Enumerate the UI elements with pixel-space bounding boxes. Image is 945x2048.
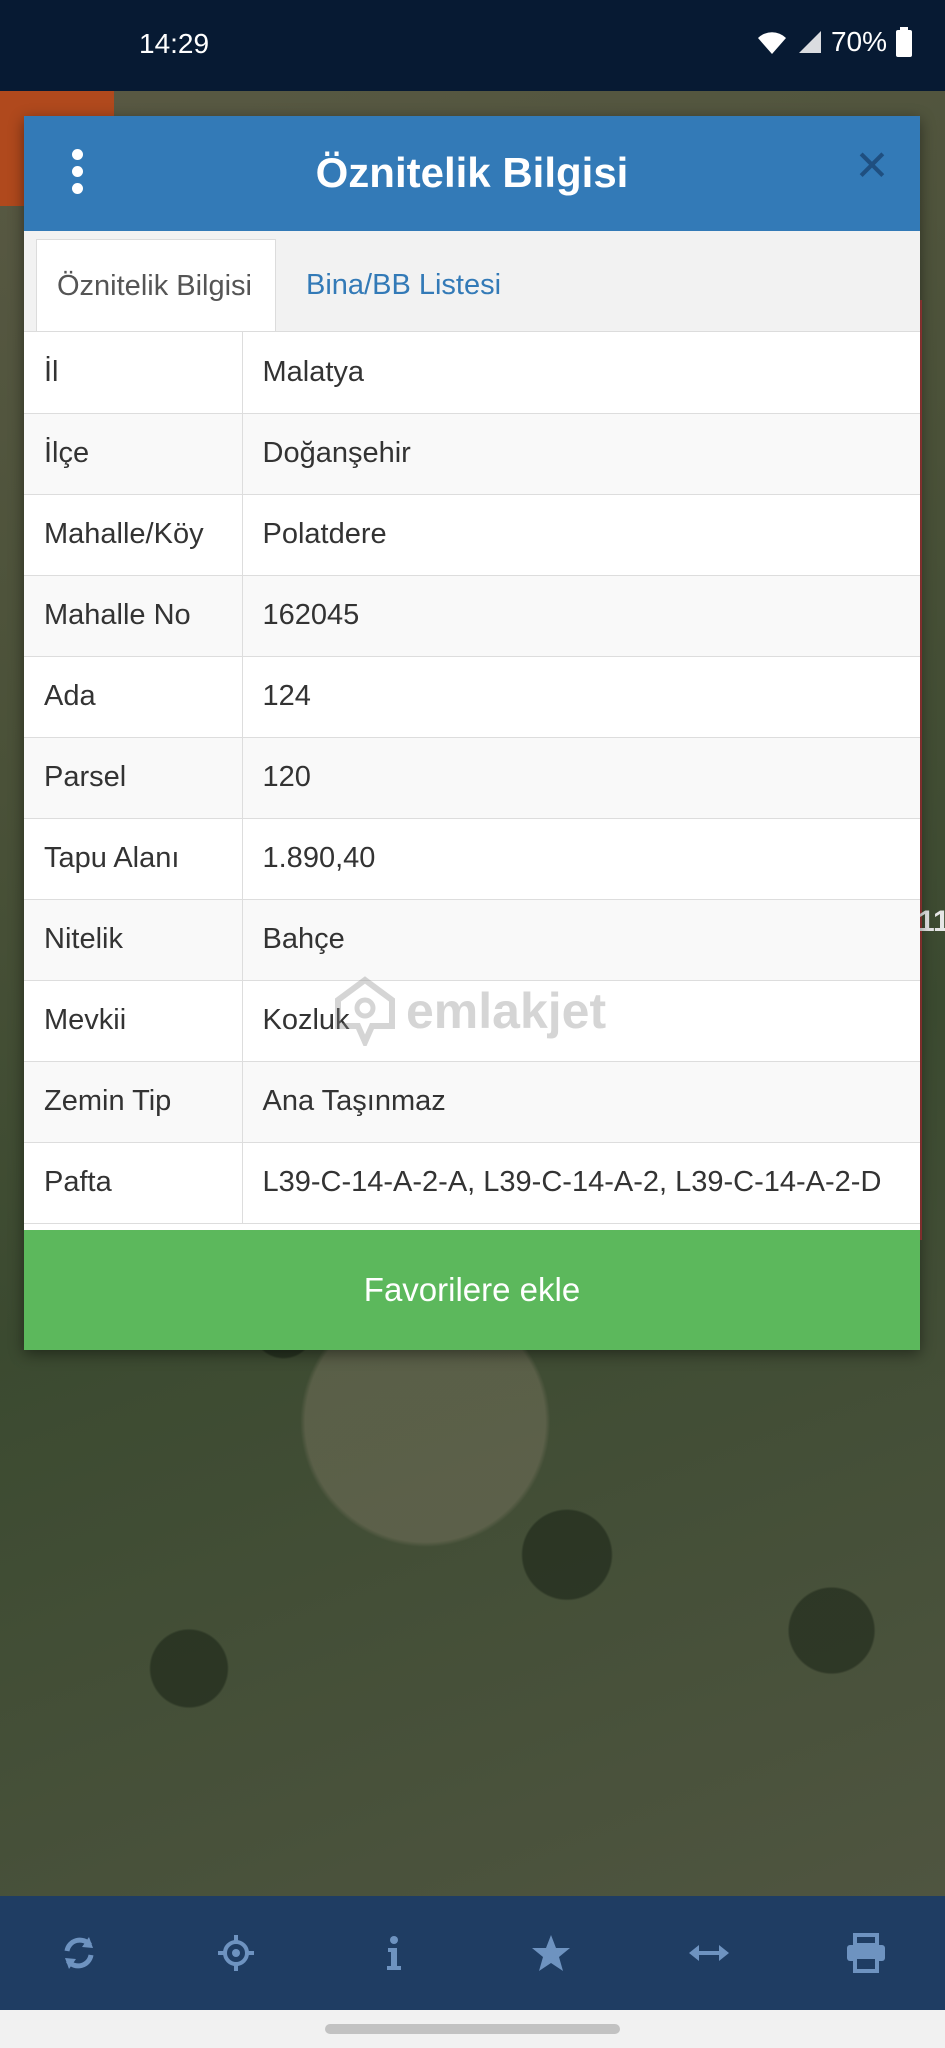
star-icon[interactable] xyxy=(521,1923,581,1983)
watermark-text: emlakjet xyxy=(406,983,607,1039)
battery-icon xyxy=(896,27,912,57)
attribute-key: Parsel xyxy=(24,737,243,819)
print-icon[interactable] xyxy=(836,1923,896,1983)
info-icon[interactable] xyxy=(364,1923,424,1983)
bottom-toolbar xyxy=(0,1896,945,2010)
table-row: Zemin Tip Ana Taşınmaz xyxy=(24,1061,920,1143)
attribute-value: Polatdere xyxy=(242,494,920,576)
attribute-value: Malatya xyxy=(242,332,920,414)
attribute-key: Zemin Tip xyxy=(24,1061,243,1143)
wifi-icon xyxy=(757,32,786,54)
attribute-key: Nitelik xyxy=(24,899,243,981)
dialog-header: Öznitelik Bilgisi ✕ xyxy=(24,116,920,231)
attribute-key: İlçe xyxy=(24,413,243,495)
status-bar: 14:29 70% xyxy=(0,0,945,91)
refresh-icon[interactable] xyxy=(49,1923,109,1983)
home-indicator[interactable] xyxy=(325,2024,620,2034)
attribute-value: 162045 xyxy=(242,575,920,657)
tab-building-list[interactable]: Bina/BB Listesi xyxy=(286,239,521,331)
status-time: 14:29 xyxy=(139,28,210,59)
attribute-value: 120 xyxy=(242,737,920,819)
locate-icon[interactable] xyxy=(206,1923,266,1983)
table-row: Pafta L39-C-14-A-2-A, L39-C-14-A-2, L39-C… xyxy=(24,1142,920,1224)
table-row: Mahalle No 162045 xyxy=(24,575,920,657)
table-row: Nitelik Bahçe xyxy=(24,899,920,981)
map-label: 11 xyxy=(918,905,945,938)
watermark: emlakjet xyxy=(334,976,606,1046)
dialog-title: Öznitelik Bilgisi xyxy=(315,149,629,196)
attribute-value: Doğanşehir xyxy=(242,413,920,495)
close-icon[interactable]: ✕ xyxy=(852,145,892,187)
attribute-dialog: Öznitelik Bilgisi ✕ Öznitelik Bilgisi Bi… xyxy=(24,116,920,1350)
battery-level: 70% xyxy=(830,26,887,57)
signal-icon xyxy=(798,31,821,53)
attribute-value: Ana Taşınmaz xyxy=(242,1061,920,1143)
attribute-value: Bahçe xyxy=(242,899,920,981)
table-row: Mahalle/Köy Polatdere xyxy=(24,494,920,576)
table-row: İl Malatya xyxy=(24,332,920,414)
attribute-key: Pafta xyxy=(24,1142,243,1224)
tab-bar: Öznitelik Bilgisi Bina/BB Listesi xyxy=(24,231,920,332)
attribute-key: İl xyxy=(24,332,243,414)
table-row: Ada 124 xyxy=(24,656,920,738)
add-to-favorites-button[interactable]: Favorilere ekle xyxy=(24,1230,920,1350)
tab-attribute-info[interactable]: Öznitelik Bilgisi xyxy=(36,239,276,331)
attribute-key: Mevkii xyxy=(24,980,243,1062)
emlakjet-logo-icon xyxy=(335,976,395,1046)
attribute-key: Tapu Alanı xyxy=(24,818,243,900)
system-nav-bar xyxy=(0,2010,945,2048)
table-row: İlçe Doğanşehir xyxy=(24,413,920,495)
measure-icon[interactable] xyxy=(679,1923,739,1983)
attribute-key: Mahalle/Köy xyxy=(24,494,243,576)
table-row: Tapu Alanı 1.890,40 xyxy=(24,818,920,900)
attribute-table: İl Malatya İlçe Doğanşehir Mahalle/Köy Polatd… xyxy=(24,332,920,1224)
attribute-value: L39-C-14-A-2-A, L39-C-14-A-2, L39-C-14-A… xyxy=(242,1142,920,1224)
attribute-key: Ada xyxy=(24,656,243,738)
table-row: Parsel 120 xyxy=(24,737,920,819)
attribute-value: 1.890,40 xyxy=(242,818,920,900)
attribute-value: 124 xyxy=(242,656,920,738)
status-icons: 70% xyxy=(755,26,913,58)
attribute-key: Mahalle No xyxy=(24,575,243,657)
